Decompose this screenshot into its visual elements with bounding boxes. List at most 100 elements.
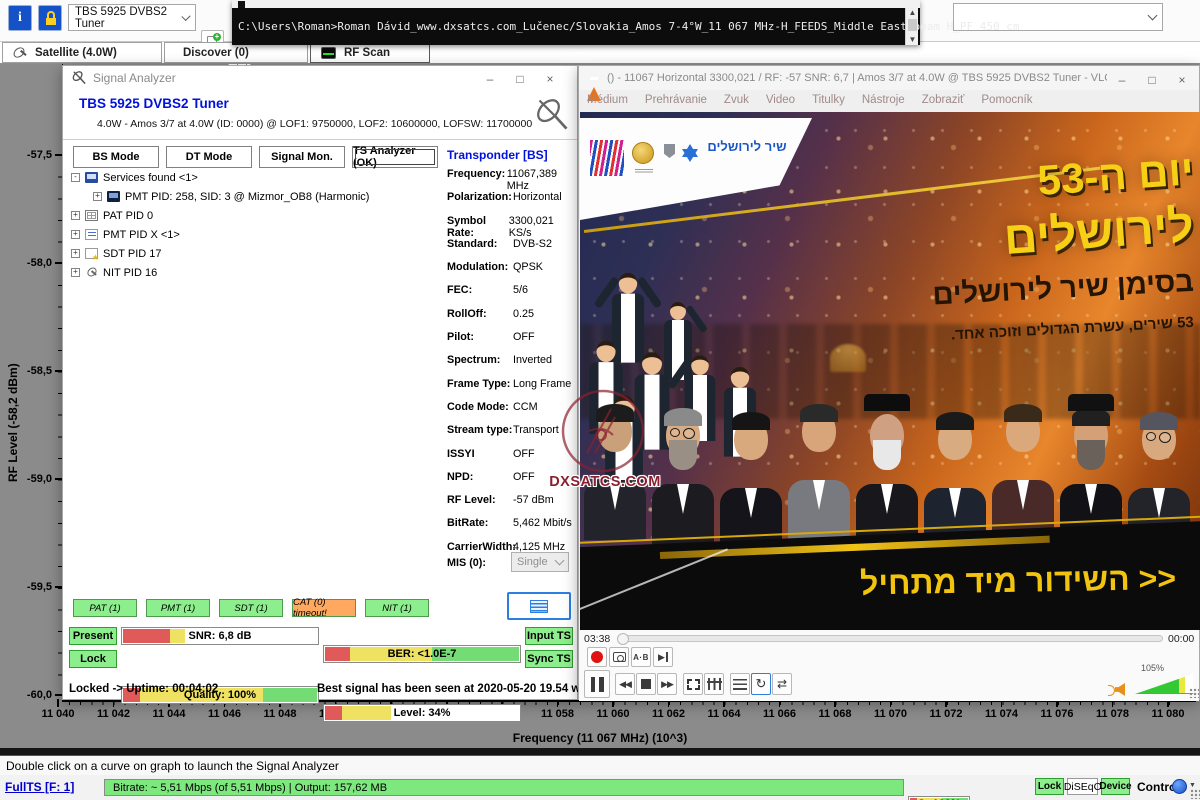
caret-down-icon[interactable]: ▼ <box>1189 782 1196 789</box>
device-button[interactable]: Device <box>1101 778 1130 795</box>
sa-mode-tab[interactable]: BS Mode <box>73 146 159 168</box>
lock-status-button[interactable]: Lock <box>1035 778 1064 795</box>
logo-emblem-icon <box>664 144 675 158</box>
sa-mode-tab[interactable]: Signal Mon. <box>259 146 345 168</box>
x-tick: 11 074 <box>980 708 1024 723</box>
transponder-row: RF Level: -57 dBm <box>447 494 575 517</box>
elapsed-time: 03:38 <box>584 633 610 645</box>
tree-expander-icon[interactable]: - <box>71 173 80 182</box>
seek-slider[interactable] <box>617 635 1163 642</box>
close-icon[interactable]: × <box>1167 73 1197 87</box>
vlc-menu-item[interactable]: Zobraziť <box>922 94 965 106</box>
console-scrollbar[interactable]: ▲ ▼ <box>905 8 918 45</box>
tab-icon <box>13 47 27 59</box>
scroll-thumb[interactable] <box>908 19 917 31</box>
sa-mode-tab[interactable]: DT Mode <box>166 146 252 168</box>
mis-select[interactable]: Single <box>511 552 569 572</box>
playlist-button[interactable] <box>730 673 750 695</box>
tree-item[interactable]: + SDT PID 17 <box>71 244 443 263</box>
diseqc-button[interactable]: DiSEqC <box>1067 778 1098 795</box>
singer-portrait <box>720 398 782 548</box>
tree-item[interactable]: + PMT PID: 258, SID: 3 @ Mizmor_OB8 (Har… <box>93 187 443 206</box>
tree-item[interactable]: + PMT PID X <1> <box>71 225 443 244</box>
pid-status-button[interactable]: PMT (1) <box>146 599 210 617</box>
next-button[interactable]: ▶▶ <box>657 673 677 695</box>
singer-portrait <box>584 390 646 540</box>
vlc-menu-item[interactable]: Video <box>766 94 795 106</box>
vlc-menu-item[interactable]: Zvuk <box>724 94 749 106</box>
pid-status-button[interactable]: SDT (1) <box>219 599 283 617</box>
close-icon[interactable]: × <box>535 72 565 86</box>
ab-loop-button[interactable]: A·B <box>631 647 651 667</box>
x-tick: 11 080 <box>1146 708 1190 723</box>
transponder-row: Modulation: QPSK <box>447 261 575 284</box>
resize-grip[interactable] <box>1189 688 1199 698</box>
maximize-icon[interactable]: □ <box>1137 73 1167 87</box>
tree-item[interactable]: + NIT PID 16 <box>71 263 443 282</box>
vlc-window: () - 11067 Horizontal 3300,021 / RF: -57… <box>578 65 1200 700</box>
tree-item-icon <box>85 229 98 240</box>
pid-status-button[interactable]: NIT (1) <box>365 599 429 617</box>
scroll-up-icon[interactable]: ▲ <box>906 8 919 18</box>
vlc-menu-item[interactable]: Nástroje <box>862 94 905 106</box>
tree-expander-icon[interactable]: + <box>71 268 80 277</box>
ts-list-button[interactable] <box>507 592 571 620</box>
ab-loop-icon: A·B <box>633 653 649 662</box>
x-tick: 11 058 <box>536 708 580 723</box>
frame-step-button[interactable]: ▶ <box>653 647 673 667</box>
pid-status-button[interactable]: PAT (1) <box>73 599 137 617</box>
minimize-icon[interactable]: – <box>1107 73 1137 87</box>
record-button[interactable] <box>587 647 607 667</box>
shuffle-button[interactable]: ⇄ <box>772 673 792 695</box>
sa-mode-tab[interactable]: TS Analyzer (OK) <box>352 146 438 168</box>
pid-status-button[interactable]: CAT (0) timeout! <box>292 599 356 617</box>
volume-slider[interactable] <box>1135 674 1193 694</box>
minimize-icon[interactable]: – <box>475 72 505 86</box>
banner-logo-text: שיר לירושלים <box>706 140 788 155</box>
loop-button[interactable]: ↻ <box>751 673 771 695</box>
tree-expander-icon[interactable]: + <box>93 192 102 201</box>
next-icon: ▶▶ <box>661 679 673 690</box>
stop-button[interactable] <box>636 673 656 695</box>
tree-expander-icon[interactable]: + <box>71 249 80 258</box>
previous-icon: ◀◀ <box>619 679 631 690</box>
scroll-down-icon[interactable]: ▼ <box>906 35 919 45</box>
console-prompt-text: C:\Users\Roman>Roman Dávid_www.dxsatcs.c… <box>238 20 898 33</box>
maximize-icon[interactable]: □ <box>505 72 535 86</box>
tree-item-icon <box>85 172 98 183</box>
video-display[interactable]: שיר לירושלים יום ה-53 לירושלים בסימן שיר… <box>580 112 1200 630</box>
main-tab[interactable]: RF Scan <box>310 42 430 63</box>
tree-expander-icon[interactable]: + <box>71 211 80 220</box>
signal-analyzer-window: Signal Analyzer –□× TBS 5925 DVBS2 Tuner… <box>62 65 578 700</box>
lock-button[interactable] <box>38 5 62 31</box>
x-tick: 11 044 <box>147 708 191 723</box>
pause-button[interactable] <box>584 670 610 698</box>
record-icon <box>591 651 603 663</box>
settings-button[interactable] <box>704 673 724 695</box>
previous-button[interactable]: ◀◀ <box>615 673 635 695</box>
tree-item[interactable]: - Services found <1> <box>71 168 443 187</box>
stop-icon <box>641 679 651 689</box>
fullscreen-button[interactable] <box>683 673 703 695</box>
vlc-menu-item[interactable]: Médium <box>587 94 628 106</box>
sa-titlebar[interactable]: Signal Analyzer –□× <box>63 66 577 89</box>
main-tab[interactable]: Discover (0) <box>164 42 308 63</box>
window-resize-grip[interactable] <box>1190 789 1200 799</box>
main-tab[interactable]: Satellite (4.0W) <box>2 42 162 63</box>
vlc-menu-item[interactable]: Pomocník <box>981 94 1032 106</box>
command-prompt-window[interactable]: C:\Users\Roman>Roman Dávid_www.dxsatcs.c… <box>232 0 920 45</box>
lock-indicator: Lock <box>69 650 117 668</box>
console-titlebar[interactable] <box>232 0 920 8</box>
vlc-menu-item[interactable]: Prehrávanie <box>645 94 707 106</box>
sa-window-title: Signal Analyzer <box>93 71 176 85</box>
transponder-row: Stream type: Transport <box>447 424 575 447</box>
tree-expander-icon[interactable]: + <box>71 230 80 239</box>
control-icon[interactable] <box>1172 779 1187 794</box>
tree-item[interactable]: + PAT PID 0 <box>71 206 443 225</box>
vlc-titlebar[interactable]: () - 11067 Horizontal 3300,021 / RF: -57… <box>579 66 1199 90</box>
fullts-link[interactable]: FullTS [F: 1] <box>5 780 74 794</box>
snapshot-button[interactable] <box>609 647 629 667</box>
tuner-select-dropdown[interactable]: TBS 5925 DVBS2 Tuner <box>68 4 196 31</box>
vlc-menu-item[interactable]: Titulky <box>812 94 845 106</box>
info-button[interactable]: i <box>8 5 32 31</box>
